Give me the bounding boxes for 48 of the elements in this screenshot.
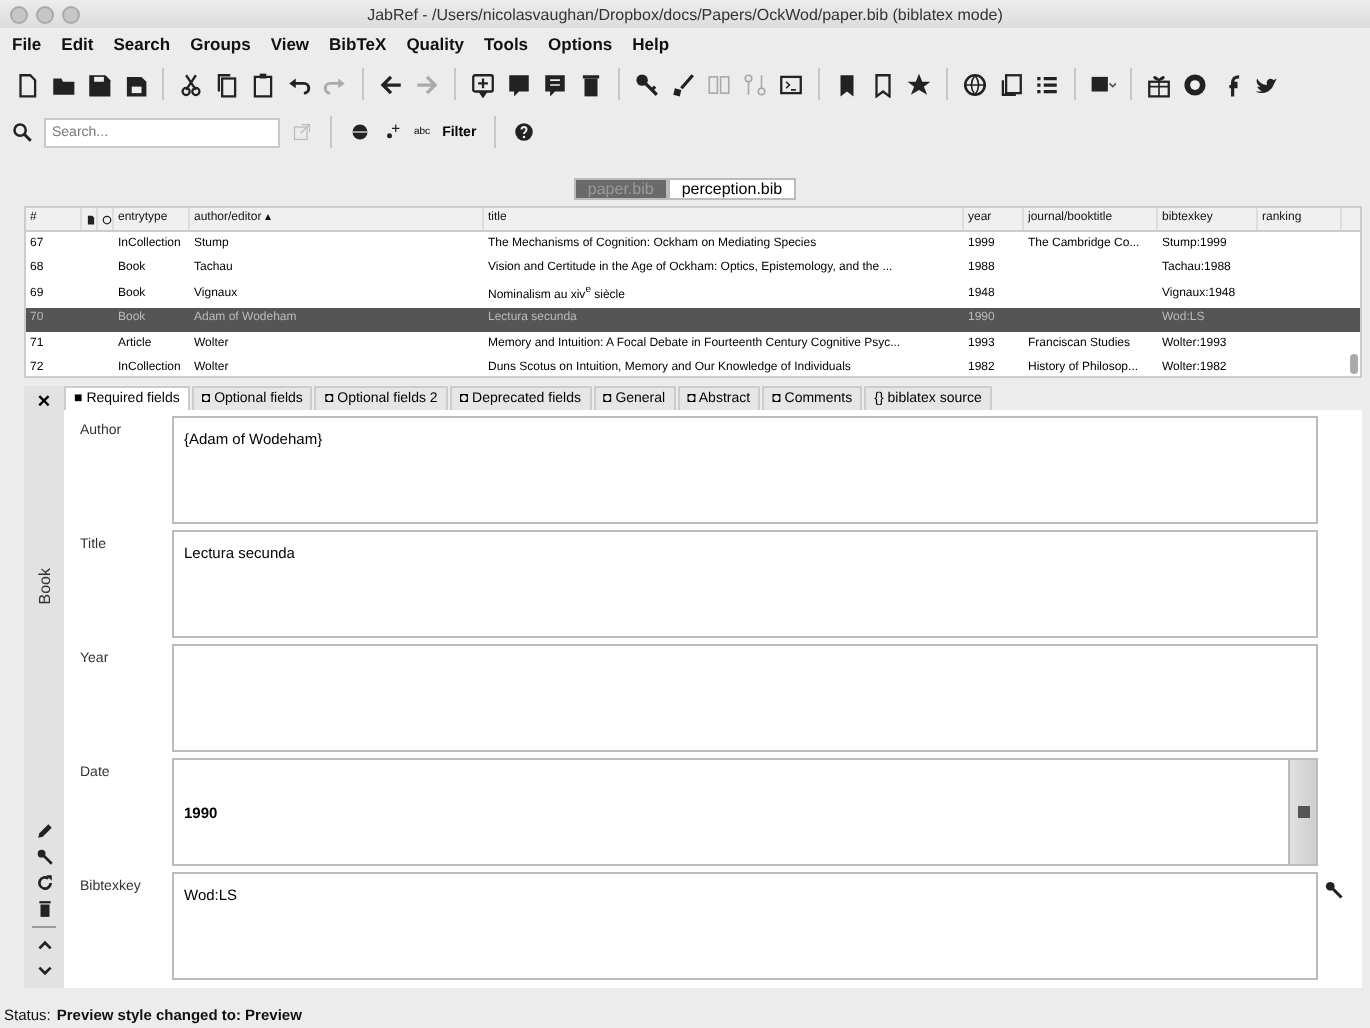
star-icon[interactable] <box>906 71 932 97</box>
scrollbar-thumb[interactable] <box>1350 354 1358 374</box>
down-chevron-icon[interactable] <box>35 962 53 980</box>
back-arrow-icon[interactable] <box>378 71 404 97</box>
square-icon <box>1297 806 1309 818</box>
key-icon[interactable] <box>35 848 53 866</box>
menu-item[interactable]: Options <box>548 33 613 53</box>
text-field[interactable] <box>172 644 1318 752</box>
save-all-icon[interactable] <box>122 71 148 97</box>
window-title: JabRef - /Users/nicolasvaughan/Dropbox/docs/Papers/OckWod/paper.bib (biblatex mode) <box>365 5 1005 23</box>
gift-icon[interactable] <box>1146 71 1172 97</box>
up-chevron-icon[interactable] <box>35 936 53 954</box>
key-icon[interactable] <box>634 71 660 97</box>
copy-icon[interactable] <box>214 71 240 97</box>
edit-entry-icon[interactable] <box>506 71 532 97</box>
library-tab[interactable]: perception.bib <box>667 178 797 200</box>
key-icon[interactable] <box>1324 880 1344 900</box>
menu-item[interactable]: View <box>270 33 310 53</box>
menu-item[interactable]: BibTeX <box>329 33 387 53</box>
cut-icon[interactable] <box>178 71 204 97</box>
terminal-icon[interactable] <box>778 71 804 97</box>
menu-item[interactable]: Tools <box>484 33 529 53</box>
bookmark-outline-icon[interactable] <box>870 71 896 97</box>
menu-item[interactable]: Search <box>113 33 171 53</box>
brush-icon[interactable] <box>670 71 696 97</box>
documents-icon[interactable] <box>998 71 1024 97</box>
add-entry-icon[interactable] <box>470 71 496 97</box>
new-file-icon[interactable] <box>14 71 40 97</box>
entry-type-label: Book <box>35 568 53 605</box>
pencil-icon[interactable] <box>35 822 53 840</box>
save-icon[interactable] <box>86 71 112 97</box>
list-icon[interactable] <box>1034 71 1060 97</box>
paste-icon[interactable] <box>250 71 276 97</box>
delete-icon[interactable] <box>578 71 604 97</box>
delete-icon[interactable] <box>35 900 53 918</box>
calendar-button[interactable] <box>1288 758 1318 866</box>
window-dropdown-icon[interactable] <box>1090 71 1116 97</box>
note-icon[interactable] <box>542 71 568 97</box>
menu-item[interactable]: Help <box>632 33 670 53</box>
refresh-icon[interactable] <box>35 874 53 892</box>
help-icon[interactable] <box>514 122 535 142</box>
menu-item[interactable]: Quality <box>406 33 464 53</box>
close-button[interactable]: × <box>37 386 51 418</box>
regex-icon[interactable] <box>382 122 402 142</box>
menu-item[interactable]: Edit <box>61 33 94 53</box>
search-icon[interactable] <box>12 122 32 142</box>
menu-item[interactable]: Groups <box>190 33 251 53</box>
menu-item[interactable]: File <box>12 33 42 53</box>
